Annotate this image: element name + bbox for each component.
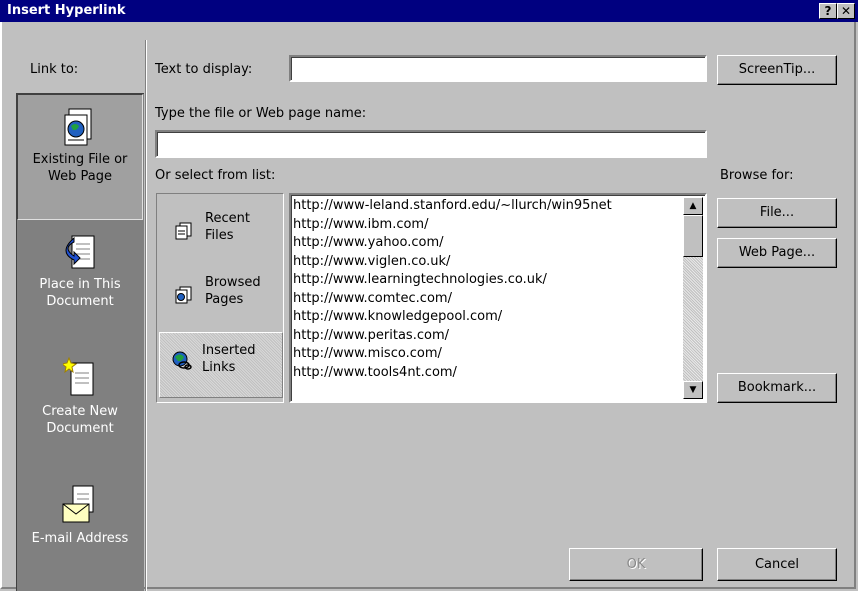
link-to-place-in-document[interactable]: Place in This Document [17,232,143,310]
list-item[interactable]: http://www.misco.com/ [293,345,681,364]
browse-file-button[interactable]: File... [717,198,837,228]
scroll-up-icon[interactable]: ▲ [683,197,703,215]
list-item[interactable]: http://www.ibm.com/ [293,216,681,235]
file-name-label: Type the file or Web page name: [155,106,367,121]
text-to-display-label: Text to display: [155,62,253,77]
select-from-list-label: Or select from list: [155,168,276,183]
link-to-create-new-document[interactable]: Create New Document [17,357,143,437]
url-list-scrollbar[interactable]: ▲ ▼ [683,197,703,399]
recent-files-line2: Files [205,228,234,243]
close-button[interactable]: ✕ [837,3,855,19]
browsed-pages-icon [175,286,192,304]
list-item[interactable]: http://www.comtec.com/ [293,290,681,309]
inserted-links-line1: Inserted [202,343,256,358]
email-address-line1: E-mail Address [31,531,129,546]
email-icon [62,485,94,523]
source-recent-files[interactable]: Recent Files [161,200,281,262]
source-browsed-pages[interactable]: Browsed Pages [161,270,281,332]
link-to-existing-file[interactable]: Existing File or Web Page [17,94,143,220]
new-document-icon [63,357,94,396]
recent-files-icon [175,222,192,240]
place-in-document-line2: Document [46,294,114,309]
browsed-pages-line1: Browsed [205,275,261,290]
existing-file-line1: Existing File or [32,152,128,167]
browse-for-label: Browse for: [720,168,794,183]
place-in-document-line1: Place in This [39,277,121,292]
list-item[interactable]: http://www.peritas.com/ [293,327,681,346]
link-to-bar: Existing File or Web Page Place in This … [16,93,144,591]
vertical-separator [145,40,147,591]
browsed-pages-line2: Pages [205,292,244,307]
existing-file-line2: Web Page [48,169,112,184]
recent-files-line1: Recent [205,211,250,226]
link-to-label: Link to: [30,62,79,77]
list-item[interactable]: http://www-leland.stanford.edu/~llurch/w… [293,197,681,216]
list-item[interactable]: http://www.learningtechnologies.co.uk/ [293,271,681,290]
text-to-display-input[interactable] [289,55,707,82]
url-items: http://www-leland.stanford.edu/~llurch/w… [293,197,681,382]
list-item[interactable]: http://www.yahoo.com/ [293,234,681,253]
help-button[interactable]: ? [819,3,837,19]
scroll-down-icon[interactable]: ▼ [683,381,703,399]
title-bar [0,0,858,22]
bookmark-button[interactable]: Bookmark... [717,373,837,403]
existing-file-icon [64,108,92,146]
source-inserted-links[interactable]: Inserted Links [159,332,283,398]
ok-button[interactable]: OK [569,548,703,581]
window-title: Insert Hyperlink [7,3,126,18]
screentip-button[interactable]: ScreenTip... [717,55,837,85]
create-new-line2: Document [46,421,114,436]
create-new-line1: Create New [42,404,118,419]
place-in-document-icon [65,235,95,269]
list-item[interactable]: http://www.viglen.co.uk/ [293,253,681,272]
cancel-button[interactable]: Cancel [717,548,837,581]
inserted-links-line2: Links [202,360,236,375]
link-to-email-address[interactable]: E-mail Address [17,484,143,547]
url-list[interactable]: http://www-leland.stanford.edu/~llurch/w… [289,193,707,403]
browse-web-page-button[interactable]: Web Page... [717,238,837,268]
list-item[interactable]: http://www.knowledgepool.com/ [293,308,681,327]
scroll-thumb[interactable] [683,215,703,257]
file-name-input[interactable] [155,130,707,158]
inserted-links-icon [172,351,192,370]
list-item[interactable]: http://www.tools4nt.com/ [293,364,681,383]
source-selector: Recent Files Browsed Pages Inserted Link… [156,193,284,403]
